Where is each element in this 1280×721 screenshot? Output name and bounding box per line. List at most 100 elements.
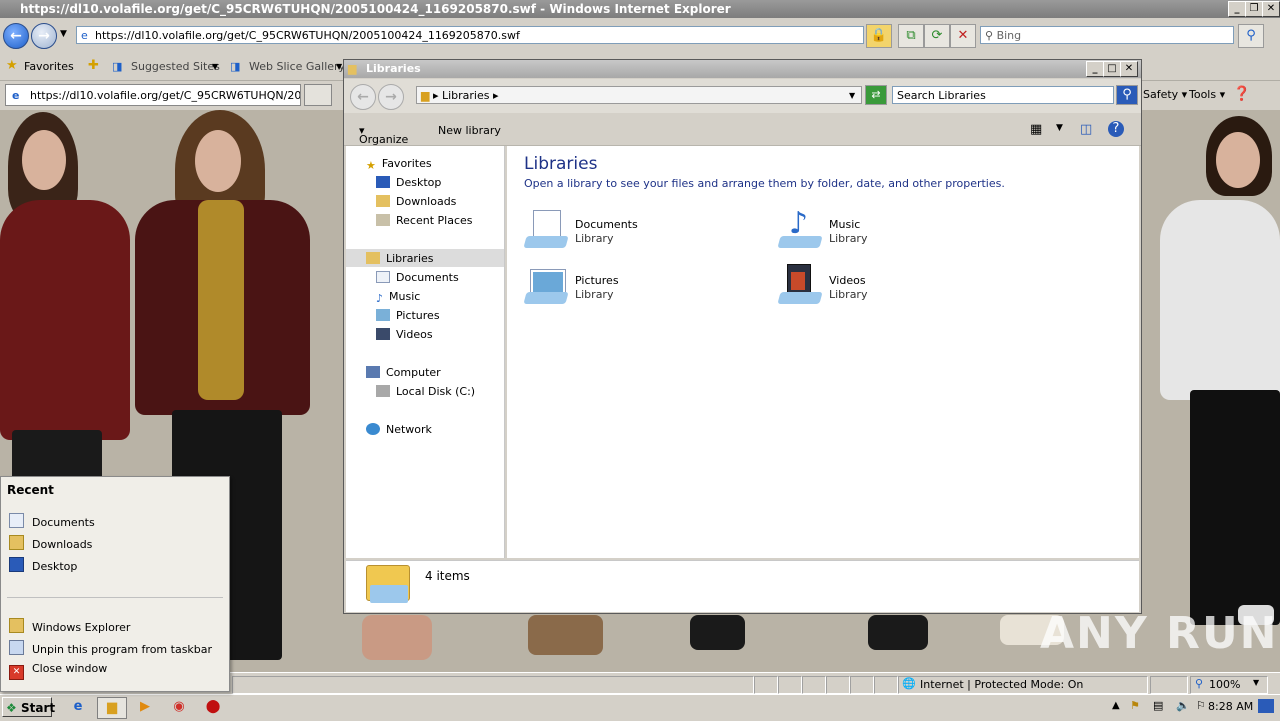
library-music[interactable]: ♪ Music Library xyxy=(777,208,997,254)
nav-favorites[interactable]: ★ Favorites xyxy=(366,157,432,172)
flag-icon[interactable]: ⚐ xyxy=(1196,699,1206,712)
computer-icon xyxy=(366,366,380,378)
nav-computer[interactable]: Computer xyxy=(366,366,441,379)
minimize-button[interactable]: _ xyxy=(1086,61,1104,77)
ie-page-icon: e xyxy=(12,89,20,102)
library-documents[interactable]: Documents Library xyxy=(523,208,743,254)
libraries-icon: ▆ xyxy=(421,89,430,102)
lock-icon[interactable]: 🔒 xyxy=(866,24,892,48)
nav-videos[interactable]: Videos xyxy=(376,328,433,341)
refresh-button[interactable]: ⇄ xyxy=(865,85,887,105)
page-subtitle: Open a library to see your files and arr… xyxy=(524,177,1005,190)
help-icon[interactable]: ❓ xyxy=(1233,86,1250,102)
close-button[interactable]: ✕ xyxy=(1262,1,1280,17)
forward-button[interactable]: → xyxy=(31,23,57,49)
ie-taskbar-icon[interactable]: e xyxy=(64,697,92,717)
videos-library-icon xyxy=(777,264,823,308)
search-libraries-input[interactable]: Search Libraries xyxy=(892,86,1114,104)
jump-item-downloads[interactable]: Downloads xyxy=(9,535,92,551)
stop-icon[interactable]: ✕ xyxy=(950,24,976,48)
jump-item-close-window[interactable]: ✕ Close window xyxy=(9,662,107,680)
volume-icon[interactable]: 🔈 xyxy=(1176,699,1190,712)
nav-pictures[interactable]: Pictures xyxy=(376,309,440,322)
help-icon[interactable]: ? xyxy=(1108,121,1124,137)
command-bar: Organize ▾ New library ▦ ▼ ◫ ? xyxy=(344,115,1141,146)
add-favorite-icon[interactable]: ✚ xyxy=(88,58,99,73)
action-center-icon[interactable]: ⚑ xyxy=(1130,699,1140,712)
safety-menu[interactable]: Safety ▾ xyxy=(1143,88,1187,101)
navigation-pane: ★ Favorites Desktop Downloads Recent Plac… xyxy=(346,146,505,558)
preview-pane-icon[interactable]: ◫ xyxy=(1080,122,1092,137)
item-count: 4 items xyxy=(425,569,470,583)
ie-window-title: https://dl10.volafile.org/get/C_95CRW6TU… xyxy=(20,2,731,16)
unpin-icon xyxy=(9,640,24,655)
close-icon: ✕ xyxy=(9,665,24,680)
recent-places-icon xyxy=(376,214,390,226)
taskbar: ❖ Start e ▆ ▶ ◉ ⬤ ▲ ⚑ ▤ 🔈 ⚐ 8:28 AM xyxy=(0,694,1280,721)
library-pictures[interactable]: Pictures Library xyxy=(523,264,743,310)
compatibility-view-icon[interactable]: ⧉ xyxy=(898,24,924,48)
recent-pages-dropdown[interactable]: ▼ xyxy=(60,29,67,39)
search-input[interactable]: ⚲ Bing xyxy=(980,26,1234,44)
new-library-button[interactable]: New library xyxy=(438,124,501,137)
forward-button[interactable]: → xyxy=(378,84,404,110)
address-bar[interactable]: e https://dl10.volafile.org/get/C_95CRW6T… xyxy=(76,26,864,44)
minimize-button[interactable]: _ xyxy=(1228,1,1246,17)
nav-local-disk[interactable]: Local Disk (C:) xyxy=(376,385,475,398)
details-pane: 4 items xyxy=(346,560,1139,612)
zoom-level[interactable]: ⚲ 100% ▼ xyxy=(1190,676,1268,694)
jump-item-documents[interactable]: Documents xyxy=(9,513,95,529)
nav-recent-places[interactable]: Recent Places xyxy=(376,214,473,227)
nav-network[interactable]: Network xyxy=(366,423,432,436)
music-library-icon: ♪ xyxy=(777,208,823,252)
library-videos[interactable]: Videos Library xyxy=(777,264,997,310)
tools-menu[interactable]: Tools ▾ xyxy=(1189,88,1225,101)
breadcrumb[interactable]: ▆ ▸ Libraries ▸ ▼ xyxy=(416,86,862,104)
explorer-taskbar-icon[interactable]: ▆ xyxy=(97,697,127,719)
refresh-icon[interactable]: ⟳ xyxy=(924,24,950,48)
windows-logo-icon: ❖ xyxy=(6,701,17,715)
show-desktop-button[interactable] xyxy=(1258,699,1274,713)
clock[interactable]: 8:28 AM xyxy=(1208,700,1253,713)
libraries-icon xyxy=(366,252,380,264)
back-button[interactable]: ← xyxy=(350,84,376,110)
divider xyxy=(7,597,223,598)
nav-music[interactable]: ♪ Music xyxy=(376,290,420,305)
search-button[interactable]: ⚲ xyxy=(1238,24,1264,48)
view-options-chevron-icon[interactable]: ▼ xyxy=(1056,123,1063,133)
zone-status[interactable]: 🌐 Internet | Protected Mode: On xyxy=(898,676,1148,694)
explorer-window: ▆ Libraries _ □ ✕ ← → ▆ ▸ Libraries ▸ ▼ … xyxy=(343,59,1142,614)
protected-mode-icon[interactable] xyxy=(1150,676,1188,694)
chevron-down-icon: ▼ xyxy=(336,62,343,71)
jump-item-windows-explorer[interactable]: Windows Explorer xyxy=(9,618,130,634)
change-view-icon[interactable]: ▦ xyxy=(1030,122,1042,137)
jump-item-unpin[interactable]: Unpin this program from taskbar xyxy=(9,640,212,656)
web-slice-gallery-link[interactable]: Web Slice Gallery xyxy=(249,60,345,73)
star-icon: ★ xyxy=(366,159,376,172)
close-button[interactable]: ✕ xyxy=(1120,61,1138,77)
suggested-sites-link[interactable]: Suggested Sites xyxy=(131,60,220,73)
new-tab-button[interactable] xyxy=(304,84,332,106)
favorites-button[interactable]: Favorites xyxy=(24,60,74,73)
jump-list: Recent Documents Downloads Desktop Windo… xyxy=(0,476,230,692)
nav-libraries[interactable]: Libraries xyxy=(366,252,434,265)
show-hidden-icons[interactable]: ▲ xyxy=(1112,700,1120,711)
organize-button[interactable]: Organize ▾ xyxy=(359,124,408,146)
back-button[interactable]: ← xyxy=(3,23,29,49)
network-icon[interactable]: ▤ xyxy=(1153,699,1163,712)
nav-downloads[interactable]: Downloads xyxy=(376,195,456,208)
restore-button[interactable]: ❐ xyxy=(1245,1,1263,17)
start-button[interactable]: ❖ Start xyxy=(2,697,55,717)
chrome-icon[interactable]: ◉ xyxy=(165,697,193,717)
tab-current[interactable]: e https://dl10.volafile.org/get/C_95CRW6… xyxy=(5,84,301,106)
folder-icon: ▆ xyxy=(348,62,357,75)
maximize-button[interactable]: □ xyxy=(1103,61,1121,77)
jump-item-desktop[interactable]: Desktop xyxy=(9,557,77,573)
chevron-down-icon: ▼ xyxy=(849,91,856,100)
ie-navigation-bar: ← → ▼ e https://dl10.volafile.org/get/C_9… xyxy=(0,18,1280,54)
opera-icon[interactable]: ⬤ xyxy=(199,697,227,717)
nav-desktop[interactable]: Desktop xyxy=(376,176,441,189)
media-player-icon[interactable]: ▶ xyxy=(131,697,159,717)
search-icon[interactable]: ⚲ xyxy=(1116,85,1138,105)
nav-documents[interactable]: Documents xyxy=(376,271,459,284)
